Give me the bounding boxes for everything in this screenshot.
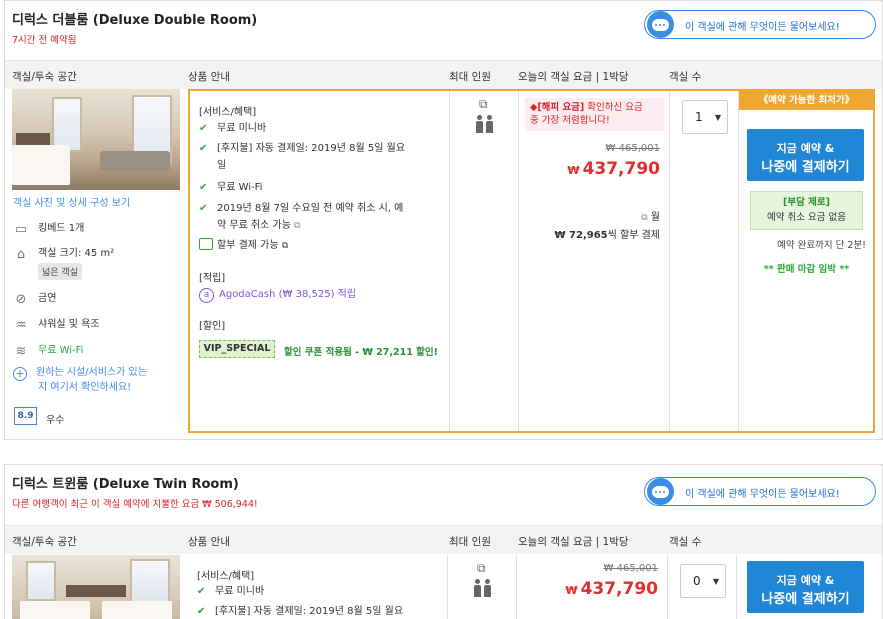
- bed-icon: ▭: [14, 222, 28, 237]
- book-now-pay-later-button[interactable]: 지금 예약 & 나중에 결제하기: [747, 561, 864, 613]
- amenity-wifi: ≋ 무료 Wi-Fi: [13, 341, 84, 359]
- people-icon: [473, 579, 493, 597]
- book-now-pay-later-button[interactable]: 지금 예약 & 나중에 결제하기: [747, 129, 864, 181]
- benefit-free-cancel: ✔ 2019년 8월 7일 수요일 전 예약 취소 시, 예약 무료 취소 가능 …: [199, 200, 429, 235]
- check-icon: ✔: [199, 143, 208, 154]
- check-icon: ✔: [199, 182, 208, 193]
- agodacash-icon: a: [199, 288, 214, 303]
- vip-coupon-badge: VIP_SPECIAL: [199, 340, 275, 358]
- external-link-icon[interactable]: ⧉: [479, 97, 488, 112]
- check-icon: ✔: [199, 203, 208, 214]
- benefit-wifi: ✔ 무료 Wi-Fi: [199, 179, 429, 196]
- external-link-icon: ⧉: [294, 221, 301, 231]
- price-cell: ◆[해피 요금] 확인하신 요금 중 가장 저렴합니다! ₩ 465,001 ₩4…: [519, 91, 669, 431]
- monthly-installment: ⧉ 월 ₩ 72,965씩 할부 결제: [554, 212, 660, 241]
- amenity-shower: ♒ 샤워실 및 욕조: [13, 315, 99, 333]
- no-smoking-icon: ⊘: [15, 292, 27, 307]
- benefit-minibar: ✔ 무료 미니바: [197, 583, 427, 600]
- price-cell: ₩ 465,001 ₩437,790: [517, 555, 667, 619]
- check-icon: ✔: [197, 586, 206, 597]
- original-price: ₩ 465,001: [603, 563, 658, 574]
- current-price: ₩437,790: [567, 159, 660, 179]
- room-photo[interactable]: [12, 89, 180, 190]
- amenity-nosmoking: ⊘ 금연: [13, 289, 57, 307]
- room-title: 디럭스 더블룸 (Deluxe Double Room): [12, 13, 258, 28]
- shower-icon: ♒: [15, 318, 27, 333]
- selling-out-note: ** 판매 마감 임박 **: [763, 264, 850, 275]
- installment-link[interactable]: 할부 결제 가능 ⧉: [199, 237, 429, 255]
- col-product: 상품 안내: [188, 71, 230, 83]
- review-score-label: 우수: [46, 415, 65, 426]
- installment-icon: [199, 238, 213, 250]
- house-icon: ⌂: [16, 247, 26, 262]
- two-minute-note: 예약 완료까지 단 2분!: [777, 240, 866, 251]
- chat-icon: [647, 11, 674, 38]
- room-card-deluxe-twin: 디럭스 트윈룸 (Deluxe Twin Room) 다른 여행객이 최근 이 …: [4, 464, 883, 619]
- recent-price-note: 다른 여행객이 최근 이 객실 예약에 지불한 요금 ₩ 506,944!: [12, 499, 258, 510]
- col-occupancy: 최대 인원: [449, 71, 491, 83]
- benefit-payment-date: ✔ [후지불] 자동 결제일: 2019년 8월 5일 월요 일: [199, 140, 429, 174]
- review-score: 8.9: [14, 407, 37, 425]
- best-deal-offer: [서비스/혜택] ✔ 무료 미니바 ✔ [후지불] 자동 결제일: 2019년 8월…: [188, 89, 875, 433]
- col-price: 오늘의 객실 요금 | 1박당: [518, 71, 629, 83]
- quantity-cell: 1 ▼: [670, 91, 738, 431]
- zero-risk-badge: [부담 제로] 예약 취소 요금 없음: [750, 191, 863, 230]
- offer-row: [서비스/혜택] ✔ 무료 미니바 ✔ [후지불] 자동 결제일: 2019년 8월…: [188, 555, 875, 619]
- external-link-icon[interactable]: ⧉: [477, 561, 486, 576]
- room-card-deluxe-double: 디럭스 더블룸 (Deluxe Double Room) 7시간 전 예약됨 이…: [4, 0, 883, 440]
- original-price: ₩ 465,001: [605, 143, 660, 154]
- room-photos-link[interactable]: 객실 사진 및 상세 구성 보기: [13, 194, 130, 209]
- room-title: 디럭스 트윈룸 (Deluxe Twin Room): [12, 477, 239, 492]
- lowest-price-banner: 《예약 가능한 최저가》: [739, 91, 874, 110]
- check-icon: ✔: [197, 606, 206, 617]
- ask-question-button[interactable]: 이 객실에 관해 무엇이든 물어보세요!: [644, 477, 876, 506]
- external-link-icon: ⧉: [641, 213, 648, 223]
- benefits-heading: [서비스/혜택]: [199, 107, 257, 118]
- agodacash-points[interactable]: a AgodaCash (₩ 38,525) 적립: [199, 286, 429, 303]
- plus-circle-icon: +: [13, 367, 27, 381]
- column-header: 객실/투숙 공간 상품 안내 최대 인원 오늘의 객실 요금 | 1박당 객실 …: [5, 525, 882, 554]
- benefits-heading: [서비스/혜택]: [197, 571, 255, 582]
- recent-booking-note: 7시간 전 예약됨: [12, 35, 77, 46]
- check-icon: ✔: [199, 123, 208, 134]
- chevron-down-icon: ▼: [712, 577, 719, 586]
- booking-cell: 지금 예약 & 나중에 결제하기: [737, 555, 872, 619]
- happy-rate-note: ◆[해피 요금] 확인하신 요금 중 가장 저렴합니다!: [525, 98, 664, 131]
- amenity-size: ⌂ 객실 크기: 45 m²: [13, 244, 114, 261]
- benefit-payment-date: ✔ [후지불] 자동 결제일: 2019년 8월 5일 월요: [197, 603, 427, 619]
- room-photo[interactable]: [12, 555, 180, 619]
- people-icon: [475, 115, 495, 133]
- more-facilities-link[interactable]: + 원하는 시설/서비스가 있는 지 여기서 확인하세요!: [13, 366, 147, 394]
- room-quantity-select[interactable]: 0 ▼: [680, 564, 726, 598]
- external-link-icon: ⧉: [281, 241, 289, 251]
- booking-cell: 《예약 가능한 최저가》 지금 예약 & 나중에 결제하기 [부담 제로] 예약 …: [739, 91, 874, 431]
- chevron-down-icon: ▼: [714, 113, 721, 122]
- room-quantity-select[interactable]: 1 ▼: [682, 100, 728, 134]
- coupon-applied-text: 할인 쿠폰 적용됨 - ₩ 27,211 할인!: [284, 347, 438, 358]
- chat-icon: [647, 478, 674, 505]
- quantity-cell: 0 ▼: [668, 555, 736, 619]
- points-heading: [적립]: [199, 273, 226, 284]
- ask-question-button[interactable]: 이 객실에 관해 무엇이든 물어보세요!: [644, 10, 876, 39]
- amenity-bed: ▭ 킹베드 1개: [14, 222, 85, 237]
- discount-heading: [할인]: [199, 321, 226, 332]
- current-price: ₩437,790: [565, 579, 658, 599]
- wifi-icon: ≋: [15, 344, 27, 359]
- column-header: 객실/투숙 공간 상품 안내 최대 인원 오늘의 객실 요금 | 1박당 객실 …: [5, 60, 882, 89]
- col-room: 객실/투숙 공간: [12, 71, 77, 83]
- benefit-minibar: ✔ 무료 미니바: [199, 120, 429, 137]
- spacious-tag: 넓은 객실: [38, 263, 82, 280]
- col-rooms: 객실 수: [669, 71, 702, 83]
